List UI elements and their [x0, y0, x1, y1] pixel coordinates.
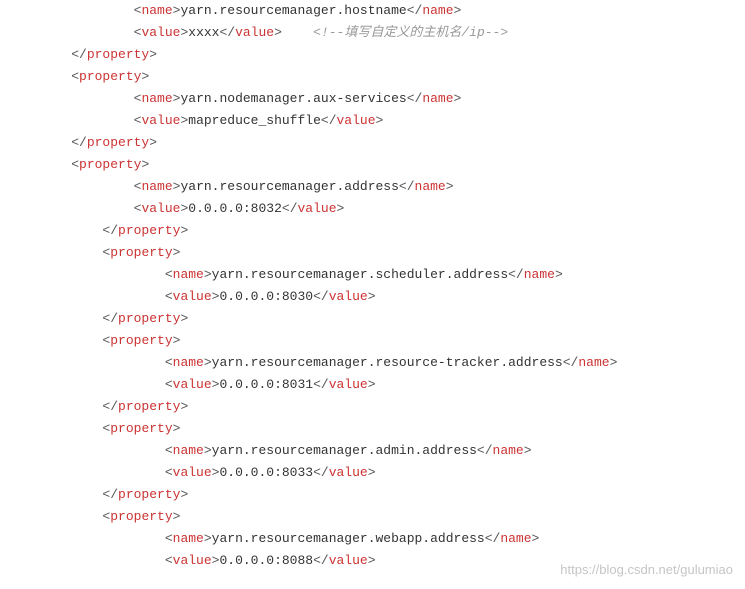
xml-tag: value [173, 289, 212, 304]
xml-text: 0.0.0.0:8088 [219, 553, 313, 568]
xml-text: yarn.nodemanager.aux-services [180, 91, 406, 106]
code-line: </property> [40, 132, 745, 154]
code-line: <property> [40, 66, 745, 88]
xml-tag: name [422, 91, 453, 106]
xml-tag: value [329, 289, 368, 304]
xml-tag: value [337, 113, 376, 128]
xml-tag: value [141, 113, 180, 128]
xml-tag: property [87, 135, 149, 150]
xml-text: 0.0.0.0:8030 [219, 289, 313, 304]
xml-tag: property [118, 223, 180, 238]
xml-text: yarn.resourcemanager.resource-tracker.ad… [212, 355, 563, 370]
xml-text: 0.0.0.0:8031 [219, 377, 313, 392]
xml-tag: value [141, 201, 180, 216]
xml-tag: name [578, 355, 609, 370]
code-line: </property> [40, 308, 745, 330]
xml-tag: property [118, 311, 180, 326]
code-line: <value>0.0.0.0:8030</value> [40, 286, 745, 308]
xml-tag: name [173, 531, 204, 546]
code-block: <name>yarn.resourcemanager.hostname</nam… [0, 0, 745, 572]
xml-tag: property [110, 333, 172, 348]
xml-tag: name [141, 179, 172, 194]
xml-tag: name [493, 443, 524, 458]
code-line: <property> [40, 242, 745, 264]
code-line: <value>0.0.0.0:8033</value> [40, 462, 745, 484]
xml-tag: value [173, 553, 212, 568]
code-line: </property> [40, 220, 745, 242]
xml-text: 0.0.0.0:8033 [219, 465, 313, 480]
xml-text: yarn.resourcemanager.address [180, 179, 398, 194]
xml-text: yarn.resourcemanager.webapp.address [212, 531, 485, 546]
code-line: <property> [40, 506, 745, 528]
xml-tag: name [500, 531, 531, 546]
code-line: <property> [40, 418, 745, 440]
xml-tag: value [235, 25, 274, 40]
xml-tag: property [118, 399, 180, 414]
code-line: <name>yarn.resourcemanager.address</name… [40, 176, 745, 198]
xml-tag: name [173, 355, 204, 370]
xml-tag: name [173, 443, 204, 458]
xml-comment: <!--填写自定义的主机名/ip--> [313, 25, 508, 40]
code-line: <name>yarn.resourcemanager.hostname</nam… [40, 0, 745, 22]
code-line: </property> [40, 484, 745, 506]
xml-text: mapreduce_shuffle [188, 113, 321, 128]
xml-tag: property [87, 47, 149, 62]
xml-tag: property [79, 157, 141, 172]
xml-text: 0.0.0.0:8032 [188, 201, 282, 216]
xml-tag: name [173, 267, 204, 282]
code-line: <name>yarn.resourcemanager.webapp.addres… [40, 528, 745, 550]
code-line: <value>0.0.0.0:8088</value> [40, 550, 745, 572]
xml-tag: property [118, 487, 180, 502]
xml-tag: value [173, 465, 212, 480]
code-line: </property> [40, 44, 745, 66]
xml-tag: value [329, 553, 368, 568]
xml-tag: name [141, 91, 172, 106]
xml-text: yarn.resourcemanager.admin.address [212, 443, 477, 458]
code-line: <name>yarn.resourcemanager.resource-trac… [40, 352, 745, 374]
code-line: <value>xxxx</value> <!--填写自定义的主机名/ip--> [40, 22, 745, 44]
code-line: </property> [40, 396, 745, 418]
code-line: <value>0.0.0.0:8032</value> [40, 198, 745, 220]
xml-tag: name [415, 179, 446, 194]
xml-tag: value [141, 25, 180, 40]
xml-tag: property [79, 69, 141, 84]
xml-tag: property [110, 421, 172, 436]
code-line: <name>yarn.resourcemanager.scheduler.add… [40, 264, 745, 286]
code-line: <name>yarn.nodemanager.aux-services</nam… [40, 88, 745, 110]
xml-tag: value [329, 465, 368, 480]
code-line: <property> [40, 330, 745, 352]
xml-tag: name [422, 3, 453, 18]
xml-tag: value [173, 377, 212, 392]
xml-tag: property [110, 509, 172, 524]
xml-tag: property [110, 245, 172, 260]
xml-tag: value [298, 201, 337, 216]
code-line: <value>mapreduce_shuffle</value> [40, 110, 745, 132]
code-line: <name>yarn.resourcemanager.admin.address… [40, 440, 745, 462]
xml-text: xxxx [188, 25, 219, 40]
xml-tag: name [141, 3, 172, 18]
code-line: <property> [40, 154, 745, 176]
xml-text: yarn.resourcemanager.hostname [180, 3, 406, 18]
xml-tag: value [329, 377, 368, 392]
code-line: <value>0.0.0.0:8031</value> [40, 374, 745, 396]
xml-text: yarn.resourcemanager.scheduler.address [212, 267, 508, 282]
xml-tag: name [524, 267, 555, 282]
